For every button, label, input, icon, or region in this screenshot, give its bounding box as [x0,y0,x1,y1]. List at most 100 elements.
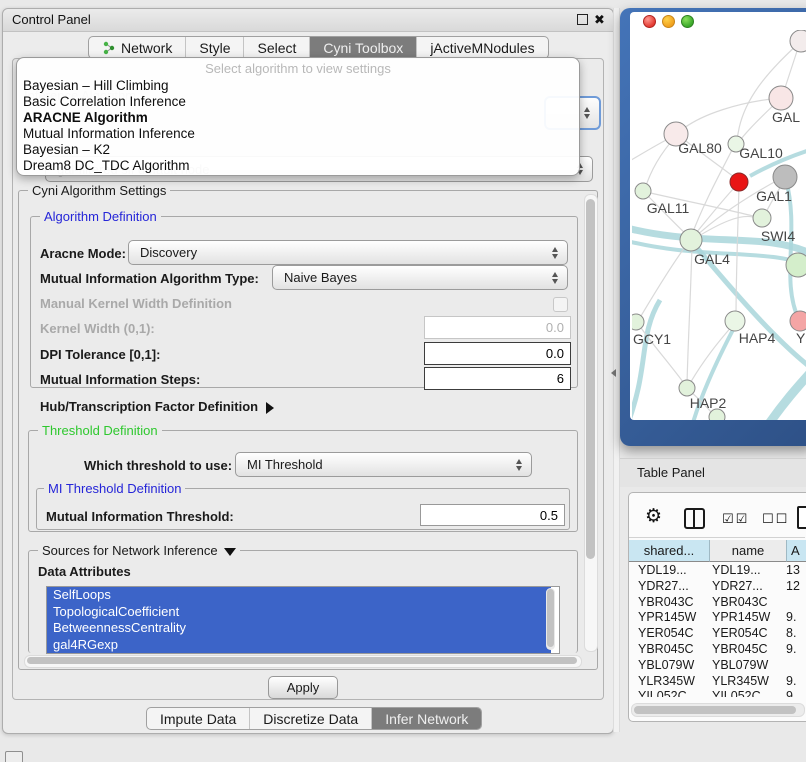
data-attribute-item[interactable]: SelfLoops [47,587,551,604]
scrollbar-thumb[interactable] [586,199,595,559]
data-attribute-item[interactable]: TopologicalCoefficient [47,604,551,621]
algorithm-definition-legend: Algorithm Definition [40,210,161,224]
network-node[interactable] [769,86,793,110]
table-cell: YDR27... [712,579,763,593]
table-row[interactable]: YBL079WYBL079W [628,658,806,674]
scrollbar-thumb[interactable] [547,589,554,647]
tab-network[interactable]: Network [89,37,185,58]
table-row[interactable]: YBR043CYBR043C [628,595,806,611]
kernel-width-label: Kernel Width (0,1): [40,321,155,336]
network-node[interactable] [635,183,651,199]
table-row[interactable]: YDR27...YDR27...12 [628,579,806,595]
deselect-all-columns-icon[interactable]: ☐☐ [762,511,789,527]
mac-zoom-icon[interactable] [681,15,694,28]
control-panel-titlebar [3,9,613,32]
apply-button[interactable]: Apply [268,676,338,699]
data-attribute-item[interactable]: BetweennessCentrality [47,620,551,637]
spinner-arrows-icon [552,272,559,284]
hub-definition-toggle[interactable]: Hub/Transcription Factor Definition [40,399,274,414]
column-header-shared-name[interactable]: shared... [629,540,710,562]
attributes-scrollbar[interactable] [546,588,555,650]
gear-icon[interactable]: ⚙ [645,505,662,528]
table-cell: YBR045C [638,642,694,656]
algorithm-option[interactable]: Basic Correlation Inference [19,94,579,110]
table-cell: YIL052C [638,689,687,697]
algorithm-option[interactable]: Dream8 DC_TDC Algorithm [19,158,579,174]
select-all-columns-icon[interactable]: ☑☑ [722,511,749,527]
network-node[interactable] [679,380,695,396]
network-node[interactable] [790,311,806,331]
sources-legend[interactable]: Sources for Network Inference [38,544,240,558]
network-edge[interactable] [687,243,692,385]
tab-jactivemnodules[interactable]: jActiveMNodules [416,37,547,58]
network-edge[interactable] [638,243,688,321]
tab-select[interactable]: Select [243,37,309,58]
algorithm-option[interactable]: Mutual Information Inference [19,126,579,142]
columns-icon[interactable] [684,508,705,529]
network-edge[interactable] [692,186,736,238]
scrollbar-thumb[interactable] [634,706,796,714]
table-row[interactable]: YER054CYER054C8. [628,626,806,642]
network-node[interactable] [632,314,644,330]
table-row[interactable]: YLR345WYLR345W9. [628,674,806,690]
scrollbar-thumb[interactable] [27,657,577,664]
table-horizontal-scrollbar[interactable] [631,703,805,717]
table-cell: YPR145W [712,610,770,624]
split-collapse-arrow-icon[interactable] [611,369,616,377]
network-node[interactable] [773,165,797,189]
aracne-mode-label: Aracne Mode: [40,246,126,261]
data-attributes-list: SelfLoopsTopologicalCoefficientBetweenne… [46,586,560,654]
column-header-name[interactable]: name [710,540,787,562]
table-row[interactable]: YDL19...YDL19...13 [628,563,806,579]
table-row[interactable]: YPR145WYPR145W9. [628,610,806,626]
aracne-mode-combo[interactable]: Discovery [128,240,568,265]
network-node[interactable] [786,253,806,277]
tab-infer-network[interactable]: Infer Network [371,708,481,729]
expand-right-icon[interactable] [266,402,274,414]
new-table-icon[interactable] [797,506,806,529]
tab-impute-data[interactable]: Impute Data [147,708,249,729]
network-node[interactable] [680,229,702,251]
network-node[interactable] [753,209,771,227]
spinner-arrows-icon [584,107,591,119]
network-node[interactable] [730,173,748,191]
settings-horizontal-scrollbar[interactable] [24,655,582,668]
node-label: GAL4 [694,251,730,267]
mi-steps-input[interactable] [424,367,571,390]
table-cell: 9. [786,610,796,624]
float-window-icon[interactable] [577,14,588,25]
table-row[interactable]: YIL052CYIL052C9 [628,689,806,697]
data-attribute-item[interactable]: gal4RGexp [47,637,551,654]
aracne-mode-value: Discovery [140,245,197,260]
network-graph[interactable]: GALGAL80GAL10GAL11GAL1SWI4GAL4GCY1HAP4YH… [632,30,806,420]
mi-threshold-input[interactable] [420,504,565,526]
kernel-width-input[interactable] [424,316,571,339]
algorithm-option[interactable]: Bayesian – K2 [19,142,579,158]
mac-minimize-icon[interactable] [662,15,675,28]
mac-close-icon[interactable] [643,15,656,28]
table-cell: YBL079W [638,658,694,672]
tab-cyni-toolbox[interactable]: Cyni Toolbox [309,37,416,58]
network-edge[interactable] [766,364,806,420]
table-row[interactable]: YBR045CYBR045C9. [628,642,806,658]
minimized-panel-icon[interactable] [5,751,23,762]
tab-discretize-data[interactable]: Discretize Data [249,708,371,729]
network-edge[interactable] [679,98,780,132]
network-node[interactable] [725,311,745,331]
table-cell: YDL19... [638,563,687,577]
tab-style[interactable]: Style [185,37,243,58]
table-cell: 9. [786,674,796,688]
close-window-icon[interactable]: ✖ [594,13,605,26]
algorithm-option[interactable]: Bayesian – Hill Climbing [19,78,579,94]
settings-vertical-scrollbar[interactable] [584,194,598,652]
tab-label: Style [199,40,230,56]
spinner-arrows-icon [516,459,523,471]
algorithm-option[interactable]: ARACNE Algorithm [19,110,579,126]
manual-kernel-checkbox[interactable] [553,297,568,312]
column-header-partial[interactable]: A [787,540,806,562]
which-threshold-combo[interactable]: MI Threshold [235,452,532,477]
dpi-tolerance-input[interactable] [424,342,571,365]
collapse-down-icon[interactable] [224,548,236,556]
mi-threshold-label: Mutual Information Threshold: [46,509,234,524]
mi-algorithm-type-combo[interactable]: Naive Bayes [272,265,568,290]
